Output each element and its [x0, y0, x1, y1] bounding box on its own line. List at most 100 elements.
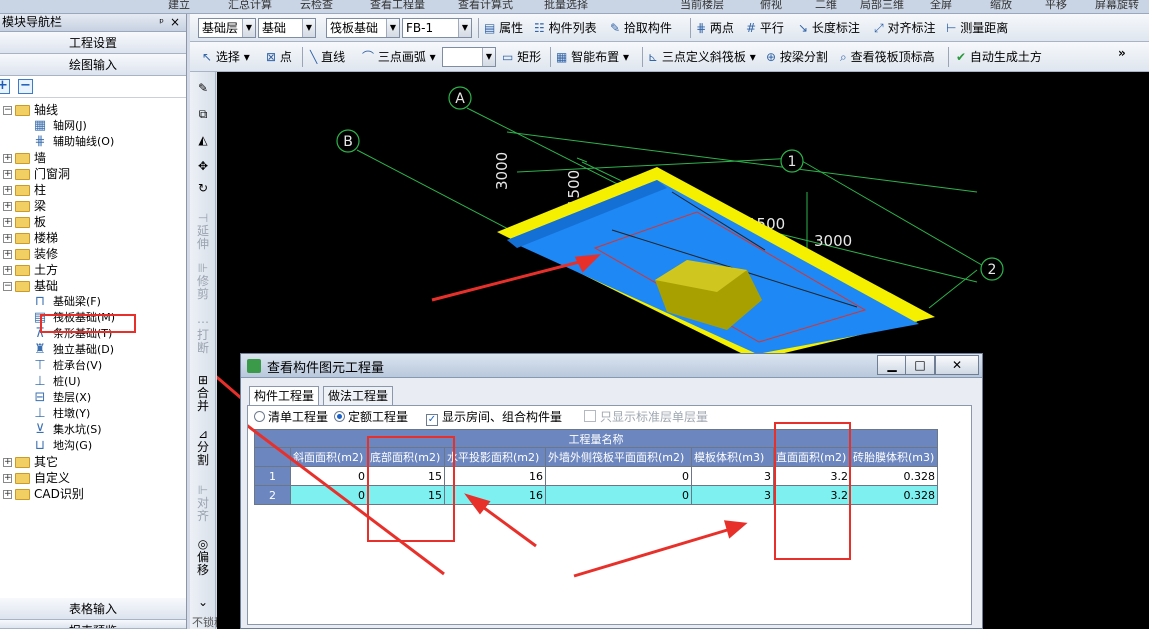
tree-item[interactable]: ⊓ 基础梁(F): [0, 294, 186, 310]
member-select[interactable]: FB-1 ▼: [402, 18, 472, 38]
line-button[interactable]: ╲ 直线: [310, 48, 345, 66]
expand-icon[interactable]: +: [3, 202, 12, 211]
cloud-check-button[interactable]: 云检查: [300, 0, 333, 12]
project-settings-button[interactable]: 工程设置: [0, 32, 186, 54]
column-header[interactable]: 斜面面积(m2): [290, 447, 368, 467]
split-by-beam-button[interactable]: ⊕ 按梁分割: [766, 48, 828, 66]
pick-member-button[interactable]: ✎ 拾取构件: [610, 19, 672, 37]
maximize-button[interactable]: □: [905, 355, 935, 375]
point-button[interactable]: ⊠ 点: [266, 48, 292, 66]
tree-item[interactable]: ⊻ 集水坑(S): [0, 422, 186, 438]
quota-quantity-radio[interactable]: 定额工程量: [334, 409, 408, 425]
table-cell[interactable]: 3: [691, 466, 774, 486]
pan-button[interactable]: 平移: [1045, 0, 1067, 12]
tree-item[interactable]: − 基础: [0, 278, 186, 294]
tree-item[interactable]: ⊟ 垫层(X): [0, 390, 186, 406]
break-button[interactable]: ⋯ 打断: [190, 316, 216, 355]
toolbar-overflow-button[interactable]: »: [1118, 44, 1126, 62]
merge-button[interactable]: ⊞ 合并: [190, 374, 216, 413]
expand-icon[interactable]: +: [3, 490, 12, 499]
screen-rotate-button[interactable]: 屏幕旋转: [1095, 0, 1139, 12]
member-list-button[interactable]: ☷ 构件列表: [534, 19, 597, 37]
tree-item[interactable]: + 梁: [0, 198, 186, 214]
report-preview-button[interactable]: 报表预览: [0, 620, 186, 629]
offset-button[interactable]: ◎ 偏移: [190, 538, 216, 577]
local-3d-button[interactable]: 局部三维: [860, 0, 904, 12]
tree-item[interactable]: ⋕ 辅助轴线(O): [0, 134, 186, 150]
expand-icon[interactable]: +: [3, 250, 12, 259]
view-formula-button[interactable]: 查看计算式: [458, 0, 513, 12]
layer-select[interactable]: 基础层 ▼: [198, 18, 256, 38]
scroll-down-icon[interactable]: ⌄: [190, 596, 216, 609]
current-floor-button[interactable]: 当前楼层: [680, 0, 724, 12]
slope-raft-button[interactable]: ⊾ 三点定义斜筏板 ▾: [648, 48, 756, 66]
tree-item[interactable]: + CAD识别: [0, 486, 186, 502]
split-button[interactable]: ⊿ 分割: [190, 428, 216, 467]
auto-earthwork-button[interactable]: ✔ 自动生成土方: [956, 48, 1042, 66]
table-cell[interactable]: 0: [290, 466, 368, 486]
top-view-button[interactable]: 俯视: [760, 0, 782, 12]
close-button[interactable]: ✕: [935, 355, 979, 375]
collapse-all-icon[interactable]: −: [18, 79, 33, 94]
expand-icon[interactable]: +: [3, 186, 12, 195]
extend-button[interactable]: ⊣ 延伸: [190, 212, 216, 251]
collapse-icon[interactable]: −: [3, 282, 12, 291]
trim-button[interactable]: ⊪ 修剪: [190, 262, 216, 301]
table-cell[interactable]: 0: [290, 485, 368, 505]
tree-item[interactable]: + 柱: [0, 182, 186, 198]
tab-method-quantity[interactable]: 做法工程量: [323, 386, 394, 406]
type-select[interactable]: 筏板基础 ▼: [326, 18, 400, 38]
column-header[interactable]: 外墙外侧筏板平面面积(m2): [545, 447, 692, 467]
2d-button[interactable]: 二维: [815, 0, 837, 12]
table-cell[interactable]: 16: [444, 485, 546, 505]
tree-item[interactable]: + 墙: [0, 150, 186, 166]
show-rooms-checkbox[interactable]: ✓ 显示房间、组合构件量: [426, 409, 562, 426]
align-button[interactable]: ⊩ 对齐: [190, 484, 216, 523]
zoom-button[interactable]: 缩放: [990, 0, 1012, 12]
collapse-icon[interactable]: −: [3, 106, 12, 115]
build-button[interactable]: 建立: [168, 0, 190, 12]
brush-icon[interactable]: ✎: [190, 82, 216, 95]
column-header[interactable]: 水平投影面积(m2): [444, 447, 546, 467]
tree-item[interactable]: + 楼梯: [0, 230, 186, 246]
tree-item[interactable]: ⊤ 桩承台(V): [0, 358, 186, 374]
expand-icon[interactable]: +: [3, 234, 12, 243]
tree-item[interactable]: ⊔ 地沟(G): [0, 438, 186, 454]
length-dim-button[interactable]: ↘ 长度标注: [798, 19, 860, 37]
parallel-button[interactable]: # 平行: [746, 19, 784, 37]
properties-button[interactable]: ▤ 属性: [484, 19, 523, 37]
expand-icon[interactable]: +: [3, 170, 12, 179]
table-cell[interactable]: 0: [545, 466, 692, 486]
table-input-button[interactable]: 表格输入: [0, 598, 186, 620]
tab-member-quantity[interactable]: 构件工程量: [249, 386, 320, 406]
drawing-input-button[interactable]: 绘图输入: [0, 54, 186, 76]
arc-mode-select[interactable]: ▼: [442, 47, 496, 67]
minimize-button[interactable]: ▁: [877, 355, 907, 375]
select-button[interactable]: ↖ 选择 ▾: [202, 48, 250, 66]
expand-icon[interactable]: +: [3, 218, 12, 227]
summary-calc-button[interactable]: 汇总计算: [228, 0, 272, 12]
rotate-icon[interactable]: ↻: [190, 182, 216, 195]
tree-item[interactable]: + 其它: [0, 454, 186, 470]
tree-item[interactable]: ♜ 独立基础(D): [0, 342, 186, 358]
rectangle-button[interactable]: ▭ 矩形: [502, 48, 541, 66]
tree-item[interactable]: ⊥ 桩(U): [0, 374, 186, 390]
align-dim-button[interactable]: ⤢ 对齐标注: [874, 19, 935, 37]
expand-all-icon[interactable]: +: [0, 79, 10, 94]
arc-button[interactable]: ⌒ 三点画弧 ▾: [362, 48, 436, 66]
expand-icon[interactable]: +: [3, 474, 12, 483]
pin-icon[interactable]: ᵖ: [159, 14, 164, 31]
tree-item[interactable]: + 装修: [0, 246, 186, 262]
table-cell[interactable]: 0.328: [850, 485, 938, 505]
move-icon[interactable]: ✥: [190, 160, 216, 173]
tree-item[interactable]: − 轴线: [0, 102, 186, 118]
measure-distance-button[interactable]: ⊢ 测量距离: [946, 19, 1008, 37]
tree-item[interactable]: ⊥ 柱墩(Y): [0, 406, 186, 422]
table-cell[interactable]: 0: [545, 485, 692, 505]
expand-icon[interactable]: +: [3, 266, 12, 275]
tree-item[interactable]: + 土方: [0, 262, 186, 278]
expand-icon[interactable]: +: [3, 154, 12, 163]
standard-floor-only-checkbox[interactable]: 只显示标准层单层量: [584, 409, 708, 425]
close-icon[interactable]: ×: [170, 14, 180, 31]
two-point-button[interactable]: ⋕ 两点: [696, 19, 734, 37]
